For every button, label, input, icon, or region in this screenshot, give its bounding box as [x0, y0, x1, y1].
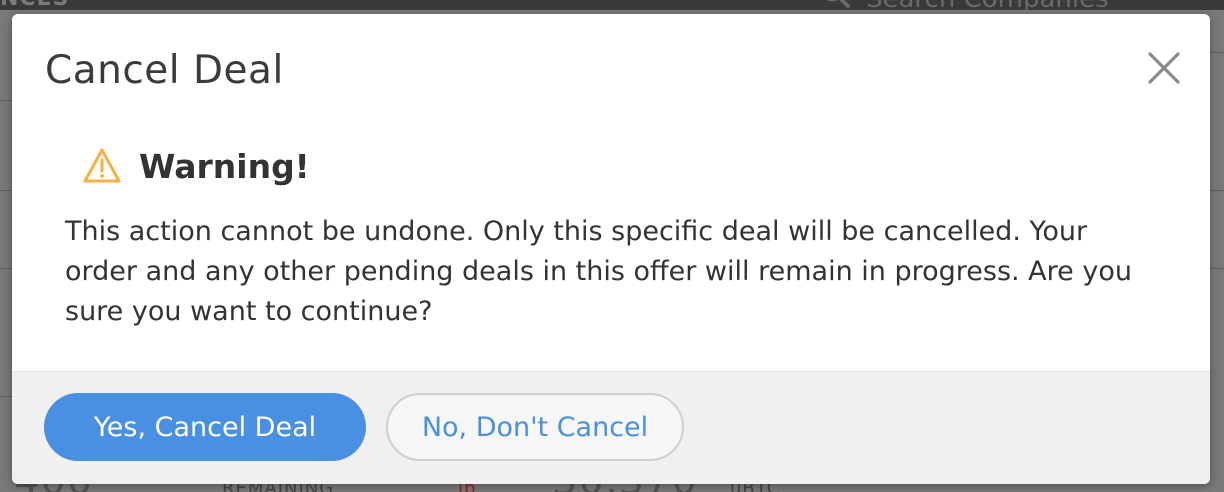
close-button[interactable] — [1144, 48, 1184, 88]
modal-footer: Yes, Cancel Deal No, Don't Cancel — [12, 371, 1210, 484]
warning-message: This action cannot be undone. Only this … — [65, 216, 1132, 327]
background-divider — [1210, 52, 1224, 53]
warning-title: Warning! — [139, 146, 310, 186]
modal-title: Cancel Deal — [45, 48, 284, 93]
warning-header: Warning! — [82, 146, 310, 186]
cancel-deal-modal: Cancel Deal Warning! This action cannot … — [12, 14, 1210, 484]
background-divider — [0, 100, 12, 101]
background-divider — [0, 396, 12, 397]
background-divider — [1210, 268, 1224, 269]
warning-triangle-icon — [83, 148, 121, 183]
background-divider — [0, 190, 12, 191]
dont-cancel-button[interactable]: No, Don't Cancel — [386, 393, 684, 461]
background-top-nav: NCES Search Companies — [0, 0, 1224, 14]
close-icon — [1148, 52, 1180, 84]
background-divider — [0, 268, 12, 269]
background-divider — [1210, 190, 1224, 191]
confirm-cancel-deal-button[interactable]: Yes, Cancel Deal — [44, 393, 366, 461]
search-icon — [826, 0, 850, 8]
